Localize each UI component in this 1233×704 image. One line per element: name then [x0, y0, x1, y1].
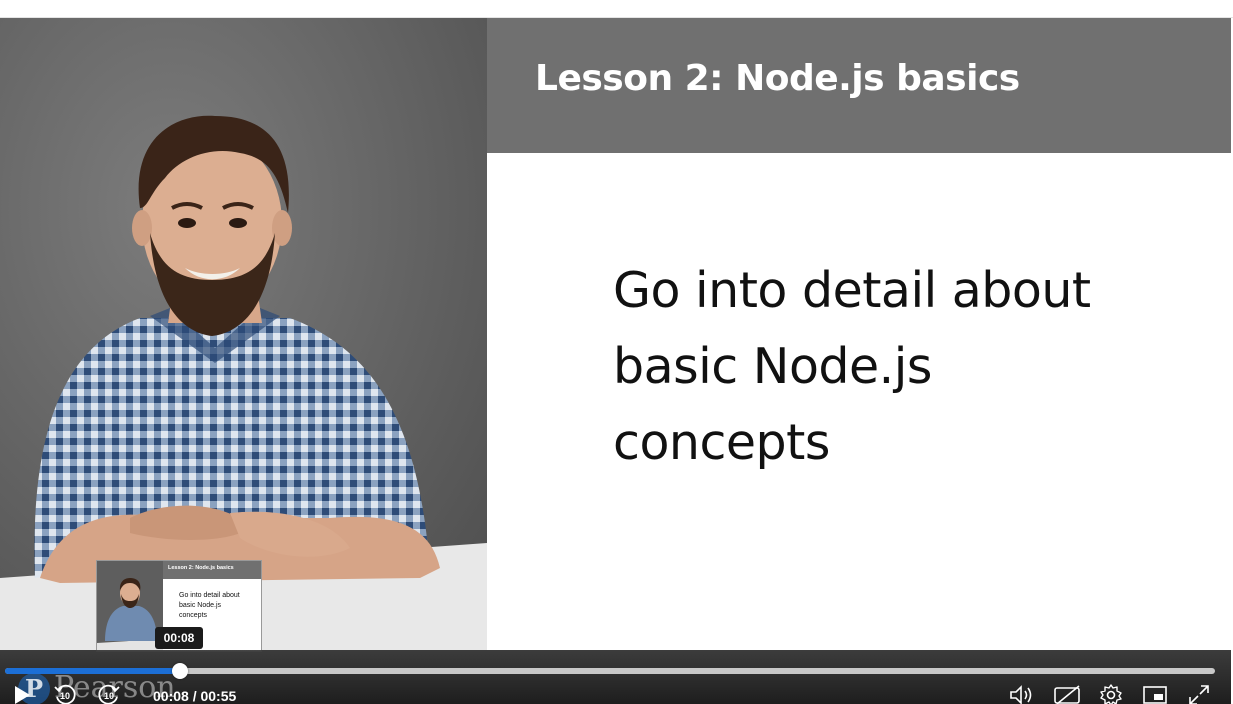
slide-body-line: Go into detail about	[613, 262, 1091, 319]
thumbnail-slide-title: Lesson 2: Node.js basics	[168, 565, 234, 571]
thumbnail-body-line: basic Node.js	[179, 602, 222, 609]
presenter-image	[0, 18, 487, 650]
gear-icon	[1100, 684, 1122, 704]
progress-handle[interactable]	[172, 663, 189, 679]
thumbnail-presenter	[97, 561, 163, 651]
picture-in-picture-icon	[1143, 686, 1167, 704]
slide-title: Lesson 2: Node.js basics	[535, 58, 1020, 99]
rewind-10-icon: 10	[54, 684, 76, 704]
play-icon	[15, 686, 30, 704]
picture-in-picture-button[interactable]	[1142, 684, 1168, 704]
slide-body-line: concepts	[613, 414, 830, 471]
time-display: 00:08 / 00:55	[153, 688, 237, 704]
thumbnail-body-line: concepts	[179, 612, 208, 619]
captions-off-icon	[1054, 685, 1080, 704]
slide-header: Lesson 2: Node.js basics	[487, 18, 1231, 153]
fullscreen-icon	[1189, 685, 1209, 704]
rewind-10-button[interactable]: 10	[52, 684, 78, 704]
slide-body: Go into detail about basic Node.js conce…	[613, 253, 1173, 481]
rewind-10-label: 10	[60, 691, 70, 701]
progress-played	[5, 668, 181, 674]
forward-10-button[interactable]: 10	[96, 684, 122, 704]
player-control-bar: P Pearson 10 10 00:08 / 00:55	[0, 650, 1231, 704]
play-button[interactable]	[10, 684, 34, 704]
scrub-preview-time: 00:08	[155, 627, 203, 649]
video-player[interactable]: Lesson 2: Node.js basics Go into detail …	[0, 18, 1231, 704]
forward-10-icon: 10	[98, 684, 120, 704]
volume-button[interactable]	[1008, 684, 1036, 704]
fullscreen-button[interactable]	[1186, 684, 1212, 704]
lecture-slide: Lesson 2: Node.js basics Go into detail …	[487, 18, 1231, 650]
top-bar	[0, 0, 1233, 18]
forward-10-label: 10	[104, 691, 114, 701]
thumbnail-presenter-image	[97, 561, 163, 651]
volume-icon	[1010, 685, 1032, 704]
presenter-video	[0, 18, 487, 650]
thumbnail-slide-body: Go into detail about basic Node.js conce…	[179, 591, 257, 621]
thumbnail-slide-header: Lesson 2: Node.js basics	[163, 561, 261, 579]
video-frame[interactable]: Lesson 2: Node.js basics Go into detail …	[0, 18, 1231, 652]
slide-body-line: basic Node.js	[613, 338, 932, 395]
progress-bar[interactable]	[5, 663, 1215, 679]
captions-button[interactable]	[1052, 684, 1082, 704]
settings-button[interactable]	[1098, 684, 1124, 704]
thumbnail-body-line: Go into detail about	[179, 592, 240, 599]
